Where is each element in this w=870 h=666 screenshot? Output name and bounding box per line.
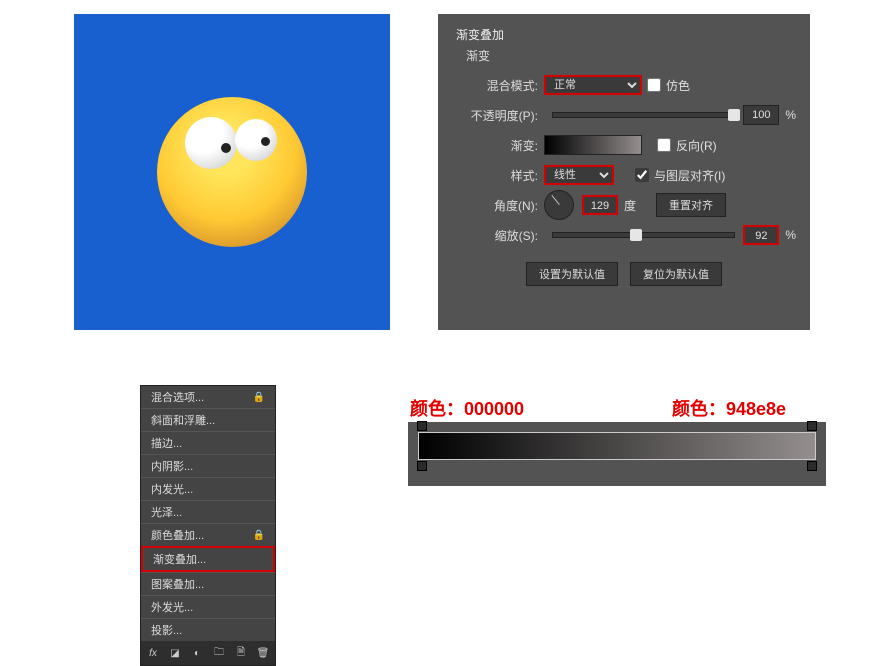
fx-item-blend-options[interactable]: 混合选项...🔒 [141,386,275,408]
angle-value[interactable]: 129 [582,195,618,215]
fx-item-bevel[interactable]: 斜面和浮雕... [141,408,275,431]
opacity-value[interactable]: 100 [743,105,779,125]
fx-icon[interactable]: fx [145,645,161,661]
angle-unit: 度 [624,197,636,214]
gradient-label: 渐变: [452,137,544,154]
opacity-stop-right[interactable] [807,421,817,431]
opacity-unit: % [785,108,796,122]
emoji-eye-left [185,117,237,169]
fx-item-gradient-overlay[interactable]: 渐变叠加... [141,546,275,572]
scale-slider[interactable] [552,232,735,238]
color-left-annotation: 颜色：000000 [410,395,524,421]
align-label: 与图层对齐(I) [654,167,725,184]
scale-unit: % [785,228,796,242]
fx-item-stroke[interactable]: 描边... [141,431,275,454]
reset-default-button[interactable]: 复位为默认值 [630,262,722,286]
fx-toolbar: fx ◪ ◐ 🗀 🗎 🗑 [141,641,275,665]
folder-icon[interactable]: 🗀 [211,645,227,661]
new-icon[interactable]: 🗎 [233,645,249,661]
blend-mode-select[interactable]: 正常 [544,75,642,95]
opacity-stop-left[interactable] [417,421,427,431]
fx-menu: 混合选项...🔒 斜面和浮雕... 描边... 内阴影... 内发光... 光泽… [140,385,276,666]
emoji-pupil-right [261,137,270,146]
fx-item-inner-shadow[interactable]: 内阴影... [141,454,275,477]
angle-dial[interactable] [544,190,574,220]
gradient-swatch[interactable] [544,135,642,155]
emoji-pupil-left [221,143,231,153]
reverse-checkbox[interactable] [657,138,671,152]
align-checkbox[interactable] [635,168,649,182]
fx-item-color-overlay[interactable]: 颜色叠加...🔒 [141,523,275,546]
adjust-icon[interactable]: ◐ [189,645,205,661]
style-label: 样式: [452,167,544,184]
opacity-slider[interactable] [552,112,735,118]
fx-item-satin[interactable]: 光泽... [141,500,275,523]
color-stop-left[interactable] [417,461,427,471]
fx-item-pattern-overlay[interactable]: 图案叠加... [141,572,275,595]
fx-item-inner-glow[interactable]: 内发光... [141,477,275,500]
panel-title: 渐变叠加 [456,26,796,43]
blend-mode-label: 混合模式: [452,77,544,94]
style-select[interactable]: 线性 [544,165,614,185]
opacity-label: 不透明度(P): [452,107,544,124]
set-default-button[interactable]: 设置为默认值 [526,262,618,286]
gradient-track[interactable] [418,432,816,460]
lock-icon: 🔒 [253,530,265,541]
scale-label: 缩放(S): [452,227,544,244]
gradient-overlay-panel: 渐变叠加 渐变 混合模式: 正常 仿色 不透明度(P): 100 % 渐变: 反… [438,14,810,330]
emoji-artwork [157,97,307,247]
lock-icon: 🔒 [253,392,265,403]
gradient-editor [408,422,826,486]
emoji-body [157,97,307,247]
scale-value[interactable]: 92 [743,225,779,245]
reset-align-button[interactable]: 重置对齐 [656,193,726,217]
color-stop-right[interactable] [807,461,817,471]
panel-subheading: 渐变 [466,47,796,64]
dither-checkbox[interactable] [647,78,661,92]
canvas-preview [74,14,390,330]
angle-label: 角度(N): [452,197,544,214]
color-right-annotation: 颜色：948e8e [672,395,786,421]
reverse-label: 反向(R) [676,137,717,154]
dither-label: 仿色 [666,77,690,94]
mask-icon[interactable]: ◪ [167,645,183,661]
fx-item-drop-shadow[interactable]: 投影... [141,618,275,641]
trash-icon[interactable]: 🗑 [255,645,271,661]
emoji-eye-right [235,119,277,161]
